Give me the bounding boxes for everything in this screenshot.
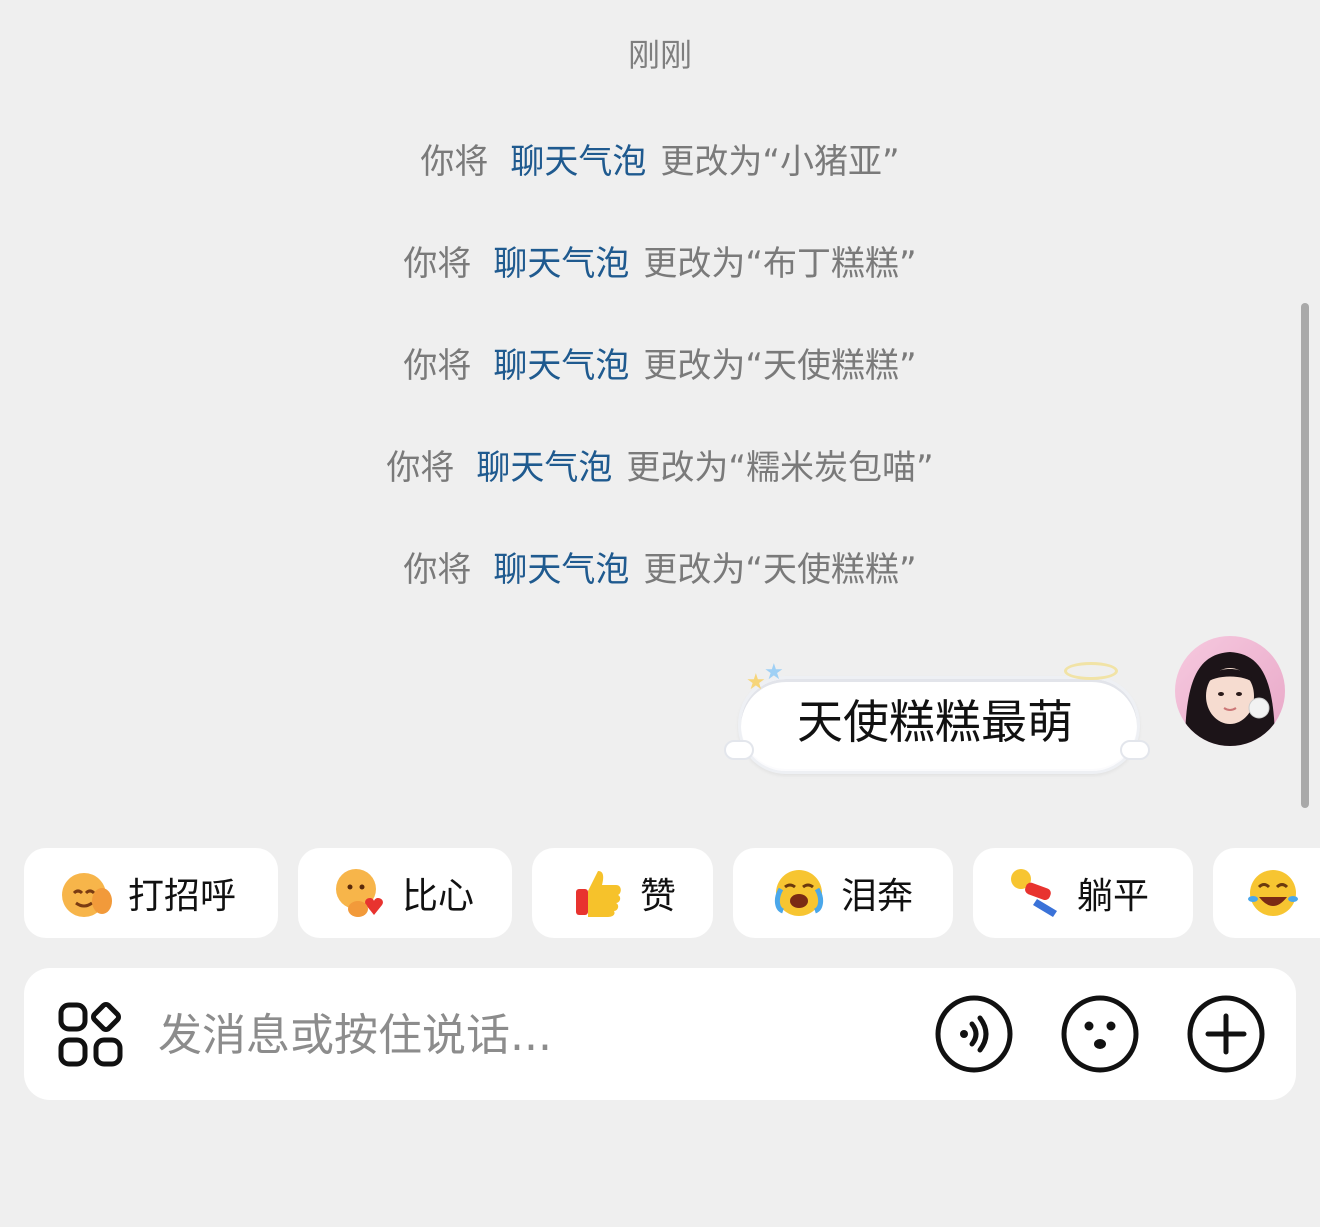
chat-bubble-link[interactable]: 聊天气泡 [493,244,629,284]
scrollbar[interactable] [1301,303,1309,808]
finger-heart-emoji-icon [336,869,383,917]
chat-bubble-link[interactable]: 聊天气泡 [476,448,612,488]
notice-suffix: 更改为“糯米炭包喵” [626,448,934,488]
notice-prefix: 你将 [403,550,472,590]
quick-reply-cry[interactable]: 泪奔 [733,848,953,938]
system-notice: 你将 聊天气泡 更改为“糯米炭包喵” [0,440,1320,489]
notice-prefix: 你将 [403,346,472,386]
system-notice: 你将 聊天气泡 更改为“天使糕糕” [0,542,1320,591]
crying-emoji-icon [774,870,824,916]
notice-prefix: 你将 [420,142,489,182]
quick-reply-label: 赞 [640,876,677,917]
halo-icon [1064,662,1118,680]
quick-reply-greet[interactable]: 打招呼 [24,848,278,938]
message-bubble[interactable]: ★ ★ 天使糕糕最萌 [724,660,1154,780]
quick-reply-label: 打招呼 [128,876,237,917]
system-notice: 你将 聊天气泡 更改为“小猪亚” [0,134,1320,183]
voice-icon[interactable] [934,994,1014,1074]
emoji-icon[interactable] [1060,994,1140,1074]
star-icon: ★ [764,660,784,685]
notice-suffix: 更改为“天使糕糕” [643,550,917,590]
laughing-tears-emoji-icon [1248,870,1298,916]
quick-reply-label: 比心 [402,876,475,917]
quick-reply-like[interactable]: 赞 [532,848,713,938]
system-notice: 你将 聊天气泡 更改为“天使糕糕” [0,338,1320,387]
wave-emoji-icon [62,873,112,917]
apps-icon[interactable] [58,1002,124,1068]
timestamp: 刚刚 [627,36,692,74]
notice-suffix: 更改为“天使糕糕” [643,346,917,386]
quick-reply-label: 躺平 [1077,876,1150,917]
chat-bubble-link[interactable]: 聊天气泡 [493,346,629,386]
quick-replies: 打招呼 比心 赞 泪奔 躺平 [0,848,1320,938]
avatar[interactable] [1175,636,1285,746]
notice-prefix: 你将 [403,244,472,284]
lying-flat-emoji-icon [1011,869,1057,917]
notice-suffix: 更改为“布丁糕糕” [643,244,917,284]
quick-reply-label: 泪奔 [841,876,914,917]
notice-suffix: 更改为“小猪亚” [660,142,900,182]
message-text: 天使糕糕最萌 [797,695,1073,749]
quick-reply-laugh[interactable] [1213,848,1320,938]
message-input-bar [24,968,1296,1100]
quick-reply-lie-flat[interactable]: 躺平 [973,848,1193,938]
system-notice: 你将 聊天气泡 更改为“布丁糕糕” [0,236,1320,285]
chat-bubble-link[interactable]: 聊天气泡 [493,550,629,590]
chat-bubble-link[interactable]: 聊天气泡 [510,142,646,182]
message-input[interactable] [156,1004,860,1066]
plus-icon[interactable] [1186,994,1266,1074]
thumbs-up-emoji-icon [576,871,621,917]
notice-prefix: 你将 [386,448,455,488]
quick-reply-heart[interactable]: 比心 [298,848,512,938]
